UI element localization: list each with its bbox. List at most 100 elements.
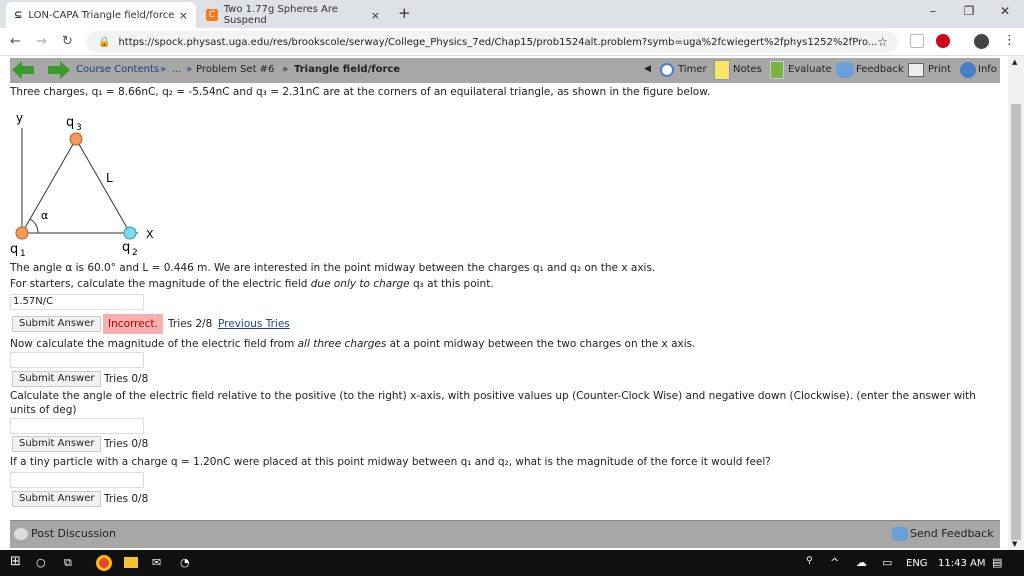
mail-icon[interactable]: ✉ xyxy=(152,556,161,569)
chegg-favicon-icon: C xyxy=(206,9,218,21)
answer-input-1[interactable]: 1.57N/C xyxy=(10,294,144,310)
network-icon[interactable]: ▭ xyxy=(882,556,892,569)
profile-avatar-icon[interactable] xyxy=(974,34,989,49)
side-q3-q2 xyxy=(75,138,131,234)
minimize-button[interactable]: – xyxy=(918,4,948,18)
task-view-icon[interactable]: ⧉ xyxy=(64,556,72,570)
loncapa-nav-bar: Course Contents » ... » Problem Set #6 »… xyxy=(10,58,1000,83)
q1-subscript: 1 xyxy=(20,249,26,256)
feedback-button[interactable]: Feedback xyxy=(856,64,904,75)
question-3-cont: units of deg) xyxy=(10,404,77,416)
triangle-figure: y X L α q 3 q 1 q 2 xyxy=(10,111,154,256)
course-contents-link[interactable]: Course Contents xyxy=(76,64,159,75)
collapse-arrow-icon[interactable]: ◀ xyxy=(644,64,651,74)
submit-answer-button-1[interactable]: Submit Answer xyxy=(12,316,102,332)
extension-pdf-icon[interactable] xyxy=(910,34,924,48)
menu-kebab-icon[interactable]: ⋮ xyxy=(1003,33,1016,48)
clock[interactable]: 11:43 AM xyxy=(938,558,985,569)
language-indicator[interactable]: ENG xyxy=(906,558,928,569)
answer-input-2[interactable] xyxy=(10,352,144,368)
search-icon[interactable]: ○ xyxy=(36,556,46,569)
file-explorer-icon[interactable] xyxy=(124,557,138,568)
x-axis-label: X xyxy=(146,228,154,241)
side-label-L: L xyxy=(106,171,113,185)
url-input[interactable]: 🔒 https://spock.physast.uga.edu/res/broo… xyxy=(86,31,898,53)
alpha-label: α xyxy=(41,209,48,222)
timer-button[interactable]: Timer xyxy=(678,64,707,75)
submit-answer-button-3[interactable]: Submit Answer xyxy=(12,436,102,452)
scroll-down-icon[interactable]: ▼ xyxy=(1012,540,1017,548)
question-3: Calculate the angle of the electric fiel… xyxy=(10,390,976,402)
loncapa-favicon-icon: ⊆ xyxy=(14,9,23,21)
maximize-button[interactable]: ❐ xyxy=(954,4,984,18)
tries-count-3: Tries 0/8 xyxy=(104,438,149,450)
notes-icon xyxy=(714,60,730,80)
forward-arrow-icon[interactable]: → xyxy=(36,34,47,49)
close-window-button[interactable]: ✕ xyxy=(990,4,1020,18)
feedback-icon xyxy=(836,62,854,78)
breadcrumb-sep: » xyxy=(160,64,167,75)
answer-input-4[interactable] xyxy=(10,472,144,488)
q3-label: q xyxy=(66,115,74,130)
send-feedback-link[interactable]: Send Feedback xyxy=(910,527,994,540)
problem-line3: For starters, calculate the magnitude of… xyxy=(10,278,494,290)
address-bar-row: ← → ↻ 🔒 https://spock.physast.uga.edu/re… xyxy=(0,28,1024,56)
notes-button[interactable]: Notes xyxy=(733,64,762,75)
submit-answer-button-4[interactable]: Submit Answer xyxy=(12,491,102,507)
tries-count-4: Tries 0/8 xyxy=(104,493,149,505)
y-axis-label: y xyxy=(16,111,23,125)
app-icon[interactable]: ◔ xyxy=(180,556,190,569)
charge-q3 xyxy=(69,132,83,146)
tries-count-2: Tries 0/8 xyxy=(104,373,149,385)
discussion-icon xyxy=(14,528,28,540)
prev-arrow-icon[interactable] xyxy=(12,61,34,79)
notifications-icon[interactable]: ▤ xyxy=(992,556,1002,569)
url-text: https://spock.physast.uga.edu/res/brooks… xyxy=(118,36,878,48)
problem-set-link[interactable]: Problem Set #6 xyxy=(196,64,274,75)
evaluate-button[interactable]: Evaluate xyxy=(788,64,832,75)
print-button[interactable]: Print xyxy=(928,64,951,75)
star-icon[interactable]: ☆ xyxy=(877,35,888,49)
alpha-arc xyxy=(29,218,39,234)
scroll-thumb[interactable] xyxy=(1011,104,1021,540)
tab-loncapa[interactable]: ⊆ LON-CAPA Triangle field/force × xyxy=(6,2,196,28)
problem-area: Three charges, q₁ = 8.66nC, q₂ = -5.54nC… xyxy=(10,84,1008,518)
previous-tries-link[interactable]: Previous Tries xyxy=(218,318,290,330)
back-arrow-icon[interactable]: ← xyxy=(10,34,21,49)
q2-subscript: 2 xyxy=(132,248,138,256)
lock-icon: 🔒 xyxy=(98,36,111,48)
discussion-bar: Post Discussion Send Feedback xyxy=(10,520,1000,548)
close-tab-icon[interactable]: × xyxy=(179,9,188,22)
incorrect-badge: Incorrect. xyxy=(103,314,163,334)
people-icon[interactable]: ⚲ xyxy=(806,556,813,566)
info-button[interactable]: Info xyxy=(978,64,997,75)
info-icon xyxy=(960,62,976,78)
tab-spheres[interactable]: C Two 1.77g Spheres Are Suspend × xyxy=(198,2,388,28)
tray-expand-icon[interactable]: ^ xyxy=(830,556,839,569)
close-tab-icon[interactable]: × xyxy=(371,9,380,22)
q3-subscript: 3 xyxy=(76,123,82,133)
problem-line2: The angle α is 60.0° and L = 0.446 m. We… xyxy=(10,262,656,274)
submit-answer-button-2[interactable]: Submit Answer xyxy=(12,371,102,387)
breadcrumb-sep: » xyxy=(282,64,289,75)
timer-icon xyxy=(660,63,674,77)
chrome-taskbar-icon[interactable] xyxy=(96,555,112,571)
onedrive-icon[interactable]: ☁ xyxy=(856,556,867,569)
q2-label: q xyxy=(122,240,130,255)
new-tab-button[interactable]: + xyxy=(398,4,411,22)
answer-input-3[interactable] xyxy=(10,418,144,434)
next-arrow-icon[interactable] xyxy=(48,61,70,79)
windows-start-icon[interactable]: ⊞ xyxy=(10,554,21,569)
breadcrumb-ellipsis[interactable]: ... xyxy=(172,64,182,75)
page-title: Triangle field/force xyxy=(294,64,401,75)
post-discussion-link[interactable]: Post Discussion xyxy=(31,527,116,540)
problem-intro: Three charges, q₁ = 8.66nC, q₂ = -5.54nC… xyxy=(10,86,711,98)
reload-icon[interactable]: ↻ xyxy=(62,34,73,49)
charge-q1 xyxy=(15,226,29,240)
send-feedback-icon xyxy=(892,527,908,541)
q1-label: q xyxy=(10,242,18,256)
page-scrollbar[interactable]: ▲ ▼ xyxy=(1008,56,1024,550)
scroll-up-icon[interactable]: ▲ xyxy=(1012,58,1017,66)
extension-red-icon[interactable] xyxy=(936,34,950,48)
print-icon xyxy=(908,63,924,77)
